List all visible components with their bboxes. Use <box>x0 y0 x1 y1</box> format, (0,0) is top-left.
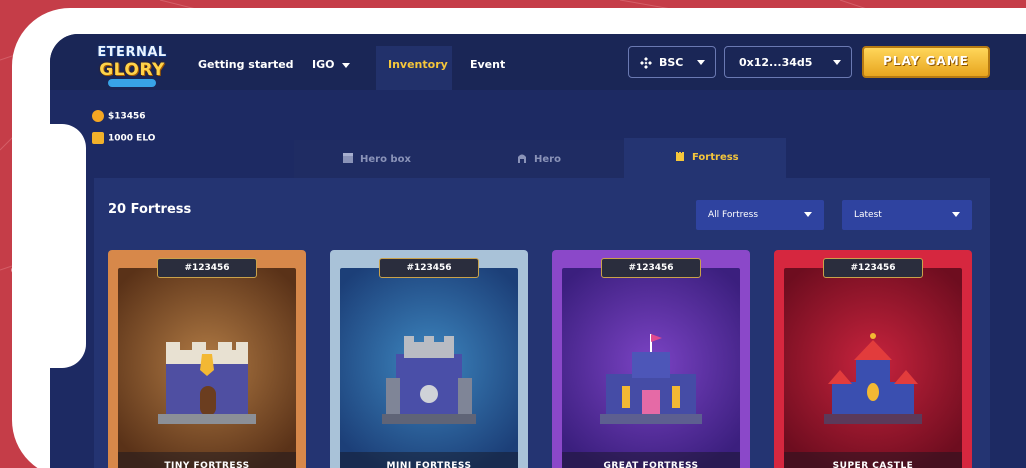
card-artwork: MINI FORTRESS <box>340 268 518 468</box>
phone-notch <box>24 124 86 368</box>
chevron-down-icon <box>804 212 812 217</box>
top-navigation-bar: ETERNAL GLORY Getting started IGO Invent… <box>50 34 1026 90</box>
great-fortress-image <box>600 334 702 424</box>
tiny-fortress-image <box>158 342 256 424</box>
chevron-down-icon <box>697 60 705 65</box>
fortress-card-super[interactable]: SUPER CASTLE #123456 <box>774 250 972 468</box>
network-icon <box>640 57 652 69</box>
nav-event[interactable]: Event <box>470 58 505 71</box>
card-artwork: TINY FORTRESS <box>118 268 296 468</box>
card-id-badge: #123456 <box>601 258 701 278</box>
logo-text-glory: GLORY <box>99 60 165 80</box>
card-id-badge: #123456 <box>157 258 257 278</box>
card-name: TINY FORTRESS <box>118 452 296 468</box>
logo-text-eternal: ETERNAL <box>97 45 167 60</box>
tab-hero[interactable]: Hero <box>458 140 624 178</box>
super-castle-image <box>824 333 922 424</box>
phone-frame: ETERNAL GLORY Getting started IGO Invent… <box>12 8 1026 468</box>
card-id-badge: #123456 <box>379 258 479 278</box>
nav-getting-started[interactable]: Getting started <box>198 58 294 71</box>
elo-icon <box>92 132 104 144</box>
fortress-icon <box>676 152 684 161</box>
wallet-address: 0x12...34d5 <box>739 56 813 69</box>
play-game-button[interactable]: PLAY GAME <box>862 46 990 78</box>
hero-box-icon <box>343 153 353 163</box>
fortress-type-filter[interactable]: All Fortress <box>696 200 824 230</box>
tab-hero-label: Hero <box>534 154 561 165</box>
chevron-down-icon <box>952 212 960 217</box>
card-artwork: GREAT FORTRESS <box>562 268 740 468</box>
card-name: SUPER CASTLE <box>784 452 962 468</box>
token-balance-value: $13456 <box>108 111 146 122</box>
chevron-down-icon <box>342 62 351 68</box>
eternal-glory-logo[interactable]: ETERNAL GLORY <box>94 43 170 91</box>
nav-igo[interactable]: IGO <box>312 58 351 71</box>
card-artwork: SUPER CASTLE <box>784 268 962 468</box>
nav-igo-label: IGO <box>312 58 335 71</box>
fortress-card-great[interactable]: GREAT FORTRESS #123456 <box>552 250 750 468</box>
elo-balance-value: 1000 ELO <box>108 133 156 144</box>
sort-filter-value: Latest <box>854 210 882 220</box>
fortress-card-tiny[interactable]: TINY FORTRESS #123456 <box>108 250 306 468</box>
panel-title: 20 Fortress <box>108 202 192 217</box>
nav-inventory[interactable]: Inventory <box>388 58 448 71</box>
tab-hero-box[interactable]: Hero box <box>294 140 458 178</box>
fortress-card-mini[interactable]: MINI FORTRESS #123456 <box>330 250 528 468</box>
network-select-value: BSC <box>659 56 684 69</box>
wallet-select[interactable]: 0x12...34d5 <box>724 46 852 78</box>
tab-fortress-label: Fortress <box>692 152 739 163</box>
tab-hero-box-label: Hero box <box>360 154 411 165</box>
chevron-down-icon <box>833 60 841 65</box>
elo-balance: 1000 ELO <box>92 132 155 144</box>
card-name: MINI FORTRESS <box>340 452 518 468</box>
logo-ribbon <box>108 79 156 87</box>
network-select[interactable]: BSC <box>628 46 716 78</box>
token-balance: $13456 <box>92 110 146 122</box>
fortress-type-filter-value: All Fortress <box>708 210 759 220</box>
tab-fortress[interactable]: Fortress <box>624 138 786 178</box>
sort-filter[interactable]: Latest <box>842 200 972 230</box>
mini-fortress-image <box>382 336 476 424</box>
card-id-badge: #123456 <box>823 258 923 278</box>
coin-icon <box>92 110 104 122</box>
app-screen: ETERNAL GLORY Getting started IGO Invent… <box>50 34 1026 468</box>
card-name: GREAT FORTRESS <box>562 452 740 468</box>
hero-icon <box>518 154 526 163</box>
